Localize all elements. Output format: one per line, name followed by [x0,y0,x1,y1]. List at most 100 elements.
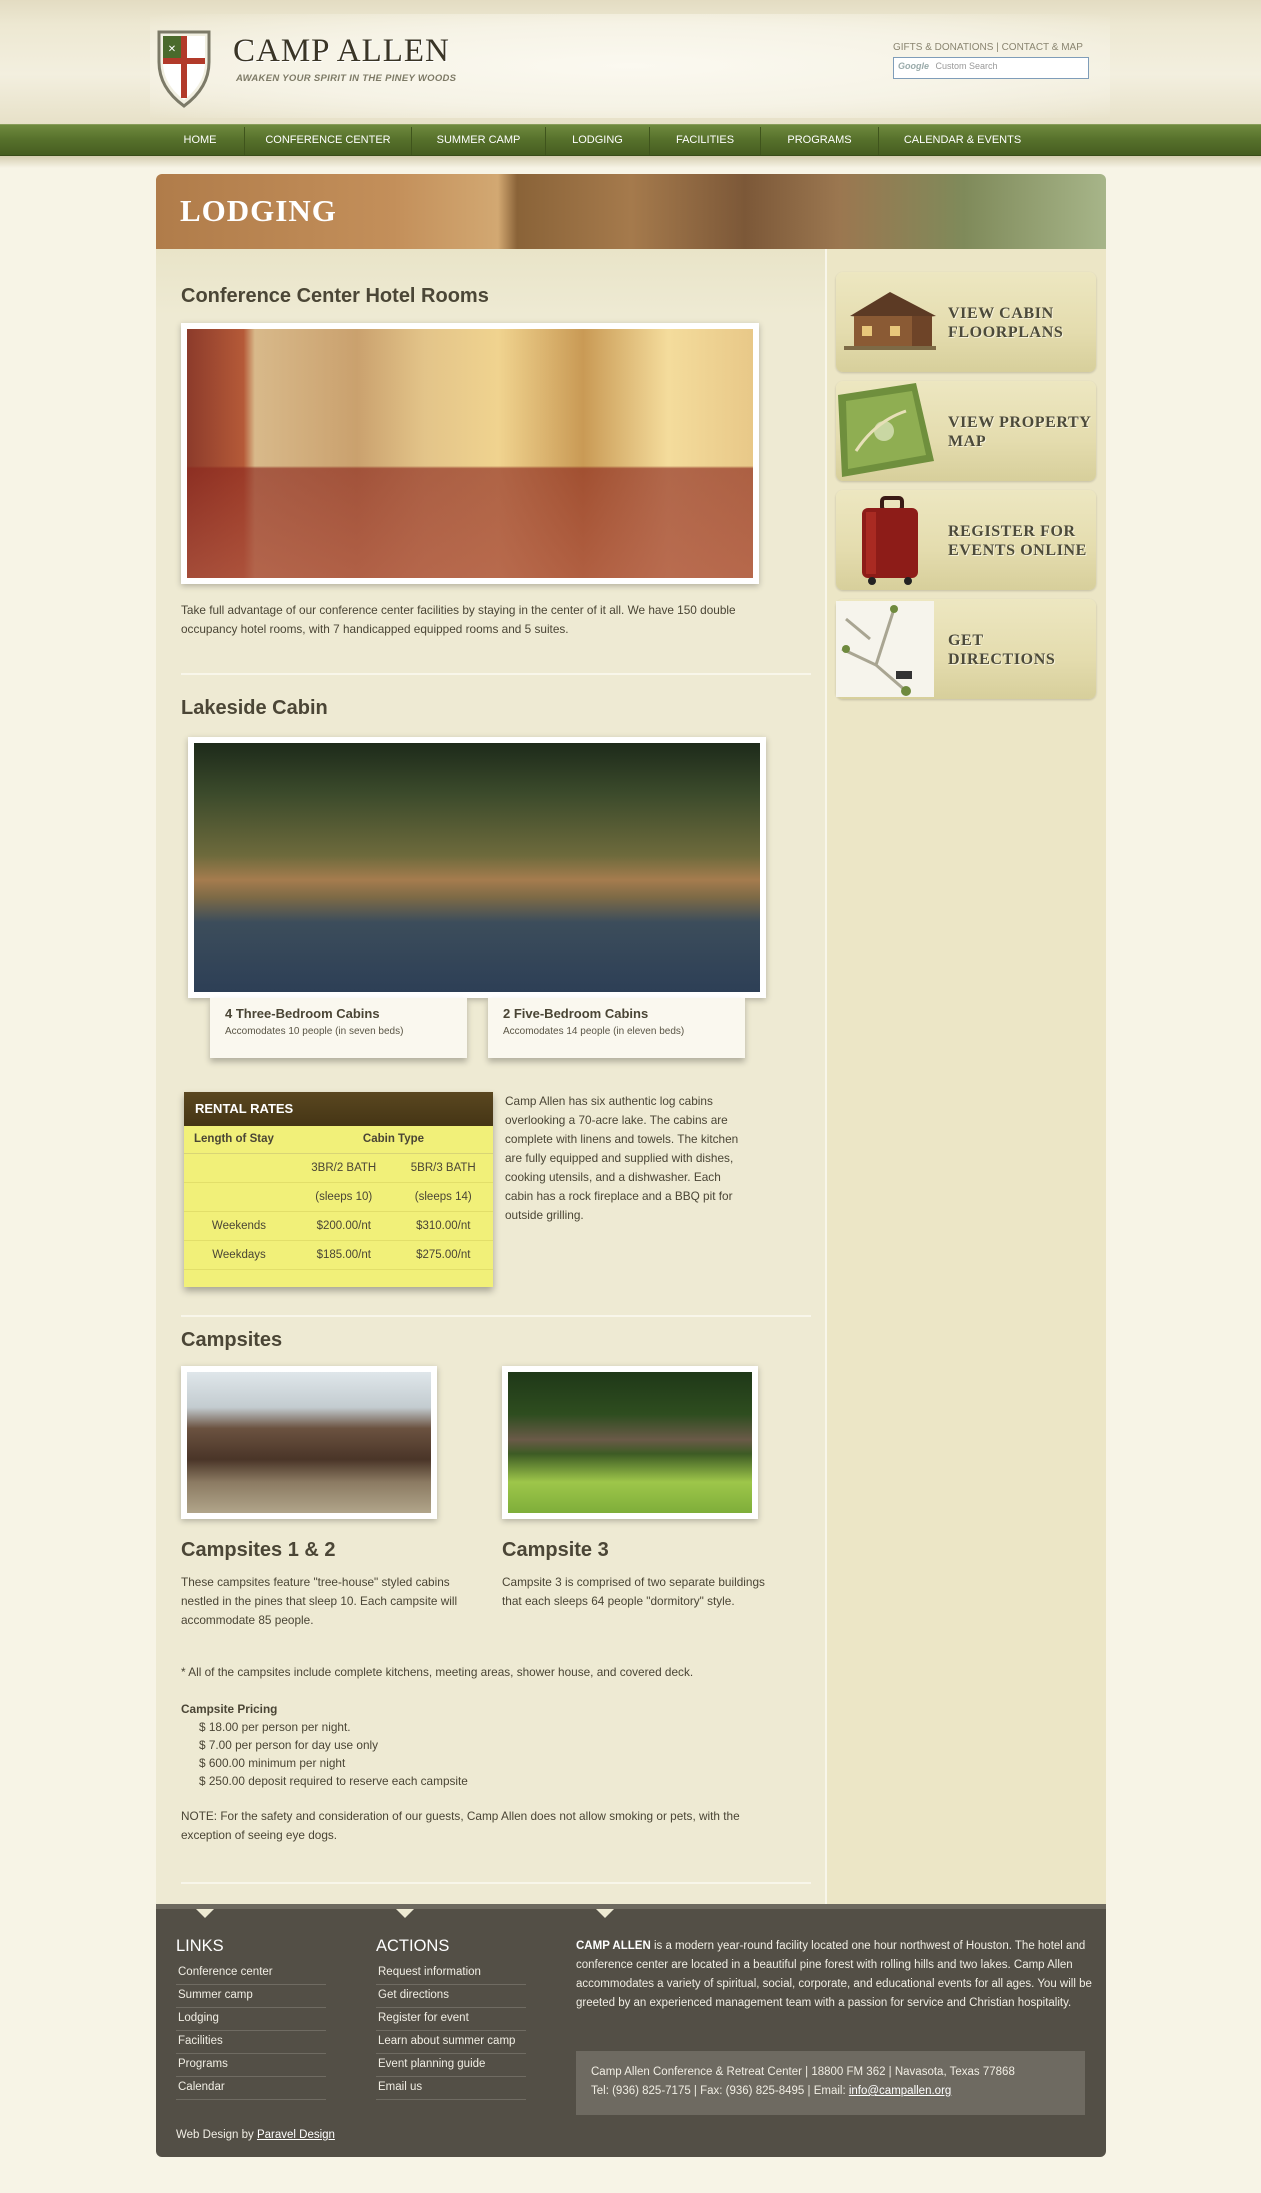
campsite-price-item: $ 7.00 per person for day use only [199,1738,379,1752]
google-brand: Google [898,61,929,71]
nav-item-facilities[interactable]: FACILITIES [650,125,760,155]
footer-action-request-information[interactable]: Request information [376,1962,526,1985]
column-divider [825,249,827,1904]
table-cell [184,1182,294,1212]
button-line: VIEW CABIN [948,305,1054,322]
main-nav: HOME CONFERENCE CENTER SUMMER CAMP LODGI… [0,124,1261,156]
nav-item-lodging[interactable]: LODGING [546,125,649,155]
campsite-1-2-image [187,1372,431,1513]
footer-link-facilities[interactable]: Facilities [176,2031,326,2054]
button-line: VIEW PROPERTY [948,414,1092,431]
hotel-rooms-description: Take full advantage of our conference ce… [181,603,736,636]
svg-text:✕: ✕ [168,44,176,55]
cabin-type-header: Cabin Type [294,1126,493,1154]
hotel-rooms-heading: Conference Center Hotel Rooms [181,285,489,307]
footer-actions-list: Request information Get directions Regis… [376,1962,526,2100]
campsite-1-2-description: These campsites feature "tree-house" sty… [181,1575,458,1627]
campsite-price-item: $ 600.00 minimum per night [199,1756,346,1770]
table-row: 3BR/2 BATH 5BR/3 BATH [184,1153,493,1183]
view-property-map-button[interactable]: VIEW PROPERTY MAP [836,381,1096,481]
table-cell: 3BR/2 BATH [294,1153,394,1183]
footer-link-calendar[interactable]: Calendar [176,2077,326,2100]
contact-numbers: Tel: (936) 825-7175 | Fax: (936) 825-849… [591,2085,849,2097]
nav-item-programs[interactable]: PROGRAMS [761,125,878,155]
hotel-room-photo [181,323,759,584]
paravel-design-link[interactable]: Paravel Design [257,2129,335,2141]
footer-links-list: Conference center Summer camp Lodging Fa… [176,1962,326,2100]
table-header-row: Length of Stay Cabin Type [184,1126,493,1154]
footer-about: CAMP ALLEN is a modern year-round facili… [576,1937,1096,2013]
gifts-donations-link[interactable]: GIFTS & DONATIONS [893,42,993,53]
length-of-stay-header: Length of Stay [184,1126,294,1154]
footer-action-email-us[interactable]: Email us [376,2077,526,2100]
campsite-3-description: Campsite 3 is comprised of two separate … [502,1575,765,1608]
shield-logo-icon[interactable]: ✕ [155,28,213,112]
campsite-price-item: $ 18.00 per person per night. [199,1720,351,1734]
table-cell: $185.00/nt [294,1240,394,1270]
nav-item-summer-camp[interactable]: SUMMER CAMP [412,125,545,155]
campsite-3-image [508,1372,752,1513]
footer-credit: Web Design by Paravel Design [176,2129,335,2141]
table-cell: 5BR/3 BATH [393,1153,493,1183]
three-bedroom-subtitle: Accomodates 10 people (in seven beds) [225,1026,404,1037]
rental-rates-title: RENTAL RATES [184,1092,493,1126]
page-title: LODGING [180,193,337,228]
view-cabin-floorplans-button[interactable]: VIEW CABIN FLOORPLANS [836,272,1096,372]
footer-action-get-directions[interactable]: Get directions [376,1985,526,2008]
footer-action-summer-camp[interactable]: Learn about summer camp [376,2031,526,2054]
footer-link-summer-camp[interactable]: Summer camp [176,1985,326,2008]
site-header: ✕ CAMP ALLEN AWAKEN YOUR SPIRIT IN THE P… [0,0,1261,124]
footer-link-lodging[interactable]: Lodging [176,2008,326,2031]
table-row: Weekdays $185.00/nt $275.00/nt [184,1240,493,1270]
get-directions-label: GET DIRECTIONS [948,631,1055,669]
footer-link-conference-center[interactable]: Conference center [176,1962,326,1985]
section-divider [181,1882,811,1884]
campsite-3-photo [502,1366,758,1519]
lakeside-cabin-photo [188,737,766,998]
button-line: FLOORPLANS [948,324,1064,341]
button-line: GET [948,632,984,649]
footer-notch [596,1909,614,1918]
button-line: DIRECTIONS [948,651,1056,668]
section-divider [181,673,811,675]
site-tagline: AWAKEN YOUR SPIRIT IN THE PINEY WOODS [236,73,457,84]
search-input[interactable]: Google Custom Search [893,57,1089,79]
contact-map-link[interactable]: CONTACT & MAP [1002,42,1083,53]
campsite-1-2-title: Campsites 1 & 2 [181,1539,336,1561]
footer-action-register-event[interactable]: Register for event [376,2008,526,2031]
email-link[interactable]: info@campallen.org [849,2085,951,2097]
campsite-amenities-note: * All of the campsites include complete … [181,1665,694,1679]
three-bedroom-title: 4 Three-Bedroom Cabins [225,1006,380,1021]
rates-grid: Length of Stay Cabin Type 3BR/2 BATH 5BR… [184,1126,493,1270]
table-cell: $310.00/nt [393,1211,493,1241]
credit-text: Web Design by [176,2129,257,2141]
cabin-description: Camp Allen has six authentic log cabins … [505,1094,739,1222]
address-line: Camp Allen Conference & Retreat Center |… [591,2066,1015,2078]
table-cell: Weekends [184,1211,294,1241]
footer-action-event-planning-guide[interactable]: Event planning guide [376,2054,526,2077]
footer-address: Camp Allen Conference & Retreat Center |… [576,2051,1085,2115]
get-directions-button[interactable]: GET DIRECTIONS [836,599,1096,699]
footer-notch [196,1909,214,1918]
lakeside-cabin-heading: Lakeside Cabin [181,697,328,719]
site-name[interactable]: CAMP ALLEN [233,33,450,70]
campsite-price-item: $ 250.00 deposit required to reserve eac… [199,1774,468,1788]
footer-link-programs[interactable]: Programs [176,2054,326,2077]
table-cell: Weekdays [184,1240,294,1270]
nav-item-home[interactable]: HOME [156,125,244,155]
table-row: (sleeps 10) (sleeps 14) [184,1182,493,1212]
campsites-heading: Campsites [181,1329,283,1351]
nav-shadow [0,156,1261,168]
nav-item-conference-center[interactable]: CONFERENCE CENTER [245,125,411,155]
register-for-events-label: REGISTER FOR EVENTS ONLINE [948,522,1087,560]
footer-notch [396,1909,414,1918]
register-for-events-button[interactable]: REGISTER FOR EVENTS ONLINE [836,490,1096,590]
directions-map-icon [836,601,934,697]
nav-item-calendar-events[interactable]: CALENDAR & EVENTS [879,125,1046,155]
three-bedroom-caption: 4 Three-Bedroom Cabins Accomodates 10 pe… [210,998,467,1058]
button-line: EVENTS ONLINE [948,542,1087,559]
table-cell: $200.00/nt [294,1211,394,1241]
utility-links: GIFTS & DONATIONS | CONTACT & MAP [893,42,1083,53]
table-cell [184,1153,294,1183]
suitcase-icon [862,496,918,585]
